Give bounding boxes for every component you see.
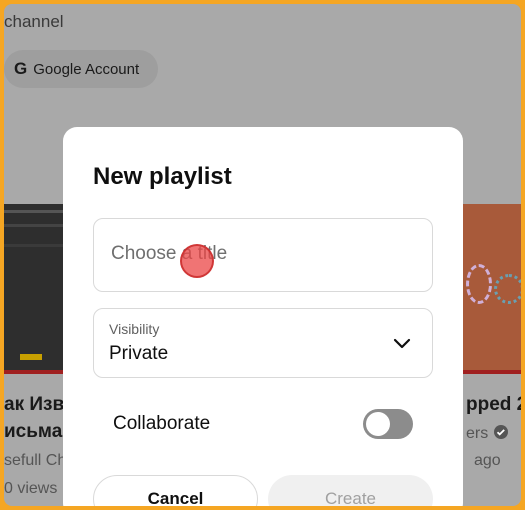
create-button[interactable]: Create [268,475,433,506]
chevron-down-icon [393,338,411,349]
right-video-channel-name: ers [466,425,489,442]
right-video-meta: ago [474,452,501,469]
video-thumbnail-right[interactable] [460,204,521,374]
collaborate-toggle[interactable] [363,409,413,439]
visibility-value: Private [109,343,169,364]
left-video-title-line2[interactable]: исьма [4,421,62,443]
google-account-button[interactable]: G Google Account [4,50,158,88]
app-frame: channel G Google Account ак Изв исьма se… [4,4,521,506]
right-video-title[interactable]: pped 20 [466,394,521,416]
cancel-button[interactable]: Cancel [93,475,258,506]
left-video-channel: sefull Ch [4,452,67,469]
right-video-channel: ers [466,424,509,443]
playlist-title-field[interactable] [93,218,433,292]
google-icon: G [14,59,28,78]
left-video-meta: 0 views · [4,480,68,497]
video-thumbnail-left[interactable] [4,204,66,374]
playlist-title-input[interactable] [109,239,413,269]
toggle-knob [366,412,390,436]
new-playlist-dialog: New playlist Visibility Private Collabor… [63,127,463,506]
visibility-label: Visibility [109,321,160,337]
left-video-title-line1[interactable]: ак Изв [4,394,64,416]
google-account-label: Google Account [33,60,140,78]
visibility-select[interactable]: Visibility Private [93,308,433,378]
dialog-title: New playlist [93,163,232,190]
collaborate-label: Collaborate [113,413,211,434]
channel-text: channel [4,12,64,31]
verified-icon [493,425,508,439]
